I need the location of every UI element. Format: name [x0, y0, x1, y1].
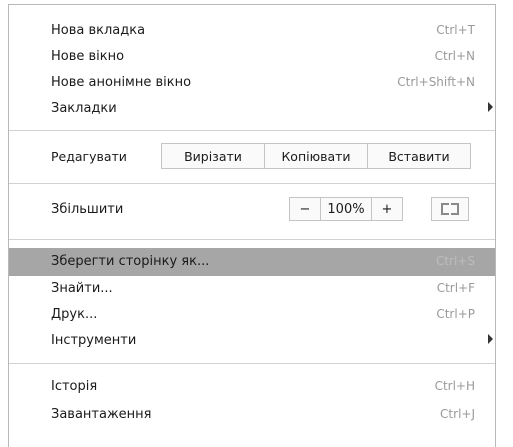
- menu-item-shortcut: Ctrl+N: [434, 49, 475, 63]
- menu-item-new-window[interactable]: Нове вікно Ctrl+N: [9, 44, 495, 70]
- menu-item-shortcut: Ctrl+J: [440, 407, 475, 421]
- copy-button[interactable]: Копіювати: [264, 143, 368, 169]
- menu-item-find[interactable]: Знайти... Ctrl+F: [9, 276, 495, 302]
- menu-item-bookmarks[interactable]: Закладки: [9, 96, 495, 122]
- menu-item-shortcut: Ctrl+Shift+N: [397, 75, 475, 89]
- edit-row: Редагувати Вирізати Копіювати Вставити: [9, 143, 495, 169]
- zoom-label: Збільшити: [51, 202, 124, 217]
- menu-separator: [9, 183, 495, 184]
- menu-separator: [9, 363, 495, 364]
- zoom-in-button[interactable]: +: [371, 197, 403, 221]
- menu-item-shortcut: Ctrl+F: [436, 281, 475, 295]
- menu-item-label: Зберегти сторінку як...: [51, 254, 210, 269]
- menu-item-label: Завантаження: [51, 407, 152, 422]
- menu-item-shortcut: Ctrl+T: [436, 23, 475, 37]
- menu-item-print[interactable]: Друк... Ctrl+P: [9, 302, 495, 328]
- menu-item-shortcut: Ctrl+P: [436, 307, 475, 321]
- menu-item-label: Знайти...: [51, 281, 113, 296]
- menu-item-save-page-as[interactable]: Зберегти сторінку як... Ctrl+S: [9, 248, 495, 276]
- menu-separator: [9, 130, 495, 131]
- menu-item-shortcut: Ctrl+H: [434, 379, 475, 393]
- edit-label: Редагувати: [51, 148, 127, 164]
- menu-item-new-tab[interactable]: Нова вкладка Ctrl+T: [9, 18, 495, 44]
- menu-item-label: Нове вікно: [51, 49, 125, 64]
- menu-item-history[interactable]: Історія Ctrl+H: [9, 374, 495, 400]
- zoom-out-button[interactable]: −: [289, 197, 321, 221]
- menu-item-label: Закладки: [51, 101, 117, 116]
- menu-item-label: Історія: [51, 379, 98, 394]
- menu-item-new-incognito-window[interactable]: Нове анонімне вікно Ctrl+Shift+N: [9, 70, 495, 96]
- menu-item-downloads[interactable]: Завантаження Ctrl+J: [9, 402, 495, 428]
- menu-item-tools[interactable]: Інструменти: [9, 328, 495, 354]
- menu-item-shortcut: Ctrl+S: [435, 254, 475, 268]
- cut-button[interactable]: Вирізати: [161, 143, 265, 169]
- menu-item-label: Нове анонімне вікно: [51, 75, 192, 90]
- menu-separator: [9, 239, 495, 240]
- submenu-arrow-icon: [488, 102, 493, 112]
- fullscreen-icon[interactable]: [431, 197, 469, 221]
- menu-item-label: Друк...: [51, 307, 98, 322]
- browser-menu: Нова вкладка Ctrl+T Нове вікно Ctrl+N Но…: [8, 4, 496, 447]
- menu-item-label: Інструменти: [51, 333, 137, 348]
- paste-button[interactable]: Вставити: [367, 143, 471, 169]
- menu-item-label: Нова вкладка: [51, 23, 146, 38]
- zoom-level-value: 100%: [320, 197, 372, 221]
- zoom-row: Збільшити − 100% +: [9, 197, 495, 223]
- submenu-arrow-icon: [488, 334, 493, 344]
